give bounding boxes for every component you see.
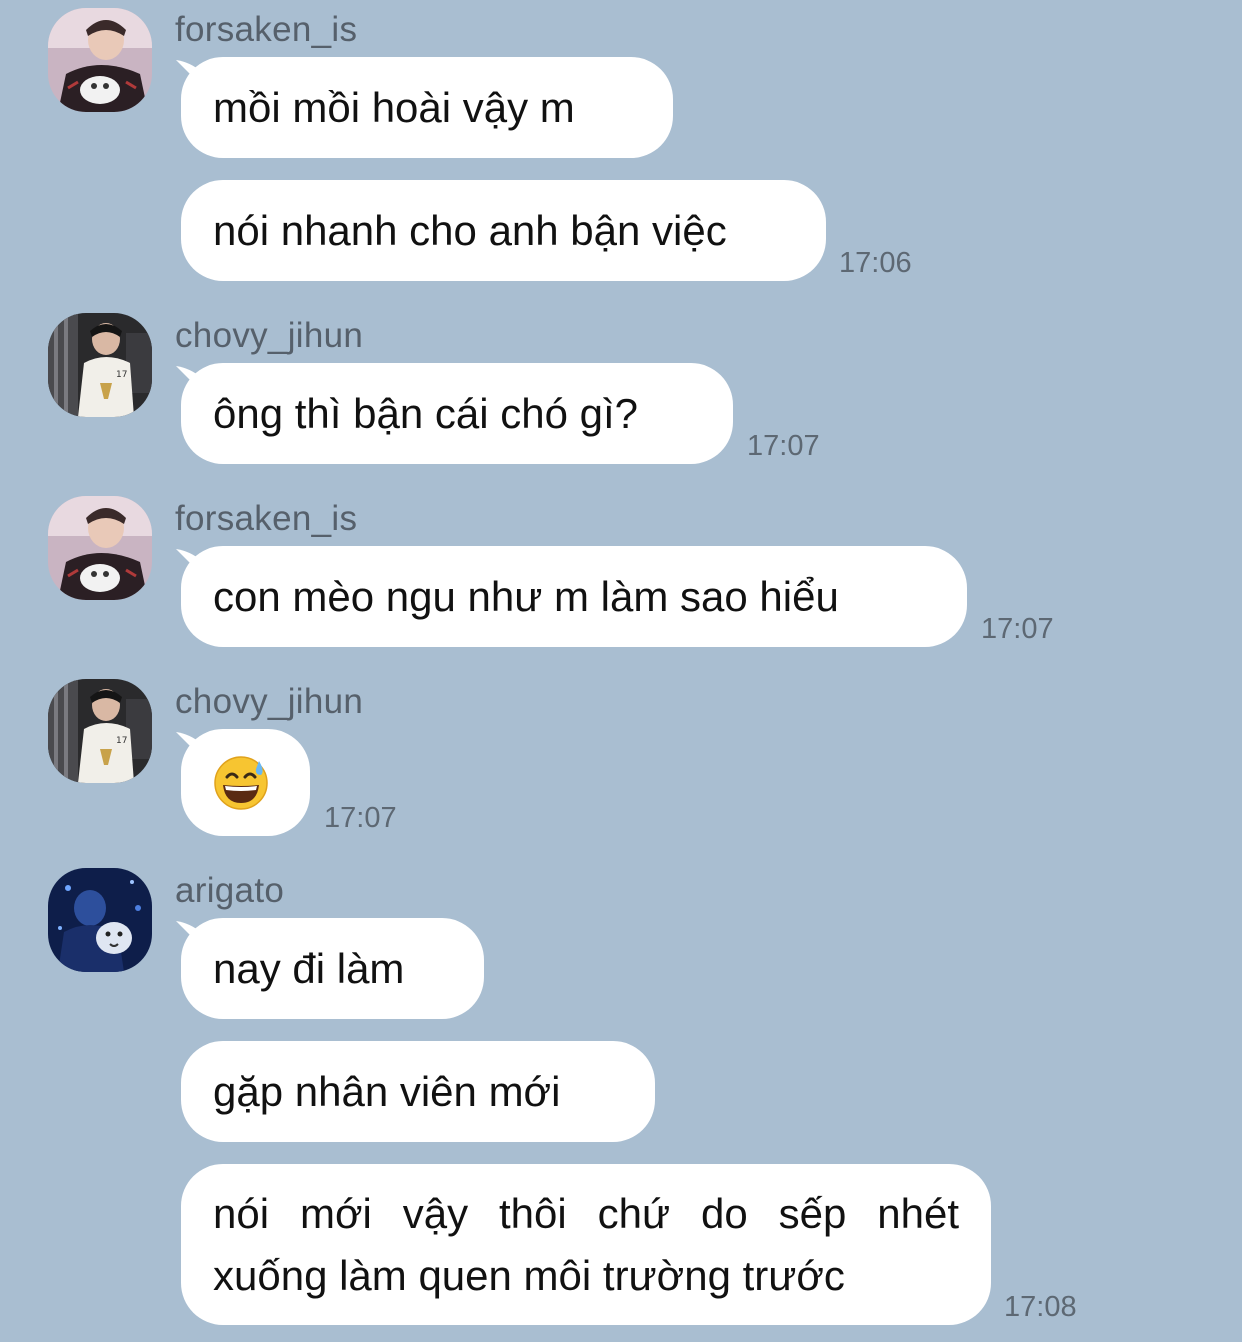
sender-name: chovy_jihun (175, 682, 364, 721)
avatar-forsaken-is[interactable] (48, 496, 152, 600)
message-text: nói nhanh cho anh bận việc (213, 206, 727, 254)
svg-text:17: 17 (116, 736, 127, 746)
message-bubble[interactable]: gặp nhân viên mới (181, 1041, 655, 1142)
message-timestamp: 17:07 (981, 613, 1054, 645)
message-bubble[interactable]: nói nhanh cho anh bận việc (181, 180, 826, 281)
avatar-photo-icon: 17 (48, 313, 152, 417)
sender-name: arigato (175, 871, 285, 910)
message-bubble[interactable]: nay đi làm (181, 918, 484, 1019)
message-text: con mèo ngu như m làm sao hiểu (213, 572, 839, 620)
message-text: ông thì bận cái chó gì? (213, 389, 638, 437)
message-timestamp: 17:07 (324, 802, 397, 834)
message-bubble[interactable]: con mèo ngu như m làm sao hiểu (181, 546, 967, 647)
avatar-forsaken-is[interactable] (48, 8, 152, 112)
avatar-photo-icon (48, 8, 152, 112)
message-bubble[interactable] (181, 729, 310, 836)
avatar-photo-icon: 17 (48, 679, 152, 783)
sender-name: forsaken_is (175, 10, 358, 49)
avatar-chovy-jihun[interactable]: 17 (48, 679, 152, 783)
avatar-chovy-jihun[interactable]: 17 (48, 313, 152, 417)
avatar-photo-icon (48, 496, 152, 600)
message-text-line: nói mới vậy thôi chứ do sếp nhét (213, 1189, 959, 1237)
message-text-block: nói mới vậy thôi chứ do sếp nhét xuống l… (213, 1183, 959, 1307)
message-text: gặp nhân viên mới (213, 1067, 561, 1115)
svg-text:17: 17 (116, 370, 127, 380)
message-text-line: xuống làm quen môi trường trước (213, 1251, 845, 1299)
message-bubble[interactable]: mồi mồi hoài vậy m (181, 57, 673, 158)
chat-thread: forsaken_is mồi mồi hoài vậy m nói nhanh… (0, 0, 1242, 1342)
avatar-photo-icon (48, 868, 152, 972)
message-text: mồi mồi hoài vậy m (213, 83, 575, 131)
grinning-sweat-emoji-icon (214, 755, 268, 810)
message-bubble[interactable]: ông thì bận cái chó gì? (181, 363, 733, 464)
message-bubble[interactable]: nói mới vậy thôi chứ do sếp nhét xuống l… (181, 1164, 991, 1325)
message-timestamp: 17:08 (1004, 1291, 1077, 1323)
sender-name: forsaken_is (175, 499, 358, 538)
message-text: nay đi làm (213, 944, 405, 992)
avatar-arigato[interactable] (48, 868, 152, 972)
message-timestamp: 17:07 (747, 430, 820, 462)
message-timestamp: 17:06 (839, 247, 912, 279)
sender-name: chovy_jihun (175, 316, 364, 355)
